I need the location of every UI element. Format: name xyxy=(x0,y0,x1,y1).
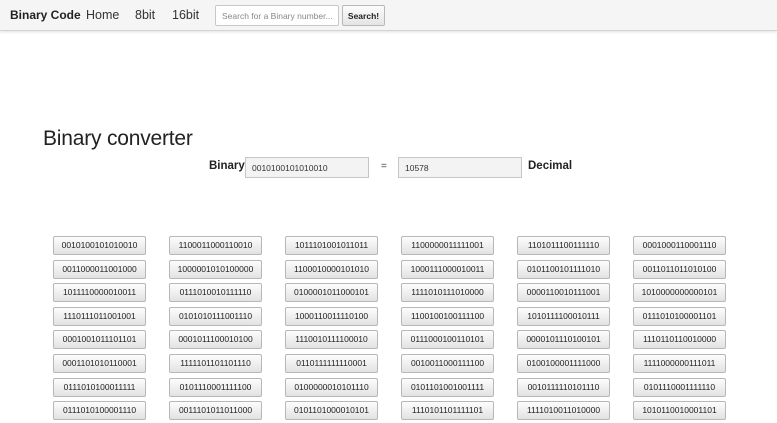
binary-number-button[interactable]: 0101100101111010 xyxy=(517,260,610,279)
binary-number-button[interactable]: 1100100100111100 xyxy=(401,307,494,326)
search-input[interactable] xyxy=(215,5,339,26)
binary-number-button[interactable]: 1110110110010000 xyxy=(633,330,726,349)
binary-number-button[interactable]: 0100000010101110 xyxy=(285,378,378,397)
binary-number-button[interactable]: 1000111000010011 xyxy=(401,260,494,279)
binary-number-button[interactable]: 1011110000010011 xyxy=(53,283,146,302)
decimal-input[interactable] xyxy=(398,157,522,178)
page-title: Binary converter xyxy=(43,127,193,150)
binary-number-button[interactable]: 0011000011001000 xyxy=(53,260,146,279)
binary-number-button[interactable]: 1000001010100000 xyxy=(169,260,262,279)
binary-number-button[interactable]: 1111000000111011 xyxy=(633,354,726,373)
binary-number-button[interactable]: 1011101001011011 xyxy=(285,236,378,255)
binary-number-button[interactable]: 0110111111110001 xyxy=(285,354,378,373)
navbar: Binary Code Home 8bit 16bit Search! xyxy=(0,0,777,31)
binary-input[interactable] xyxy=(245,157,369,178)
binary-number-button[interactable]: 1110010111100010 xyxy=(285,330,378,349)
binary-number-button[interactable]: 1111010011010000 xyxy=(517,401,610,420)
binary-number-button[interactable]: 0100001011000101 xyxy=(285,283,378,302)
binary-number-button[interactable]: 0111010100011111 xyxy=(53,378,146,397)
binary-number-button[interactable]: 0101010111001110 xyxy=(169,307,262,326)
nav-home-link[interactable]: Home xyxy=(86,8,119,22)
binary-number-button[interactable]: 0010011000111100 xyxy=(401,354,494,373)
binary-number-button[interactable]: 0001000110001110 xyxy=(633,236,726,255)
binary-number-button[interactable]: 1000110011110100 xyxy=(285,307,378,326)
binary-number-button[interactable]: 0010111110101110 xyxy=(517,378,610,397)
binary-number-button[interactable]: 0011101011011000 xyxy=(169,401,262,420)
nav-16bit-link[interactable]: 16bit xyxy=(172,8,199,22)
binary-number-button[interactable]: 0111010100001101 xyxy=(633,307,726,326)
binary-number-button[interactable]: 0000110010111001 xyxy=(517,283,610,302)
binary-number-button[interactable]: 1100011000110010 xyxy=(169,236,262,255)
binary-number-button[interactable]: 0101101001001111 xyxy=(401,378,494,397)
binary-number-button[interactable]: 0101110001111110 xyxy=(633,378,726,397)
binary-number-button[interactable]: 1110101101111101 xyxy=(401,401,494,420)
binary-number-button[interactable]: 0101110001111100 xyxy=(169,378,262,397)
binary-number-button[interactable]: 1111101101101110 xyxy=(169,354,262,373)
binary-number-button[interactable]: 1010000000000101 xyxy=(633,283,726,302)
binary-number-button[interactable]: 0010100101010010 xyxy=(53,236,146,255)
brand-link[interactable]: Binary Code xyxy=(10,8,81,22)
binary-number-button[interactable]: 0111000100110101 xyxy=(401,330,494,349)
binary-number-button[interactable]: 1101011100111110 xyxy=(517,236,610,255)
binary-number-button[interactable]: 0001101010110001 xyxy=(53,354,146,373)
binary-number-button[interactable]: 0100100001111000 xyxy=(517,354,610,373)
binary-number-button[interactable]: 1100010000101010 xyxy=(285,260,378,279)
binary-number-button[interactable]: 1111010111010000 xyxy=(401,283,494,302)
binary-number-button[interactable]: 1010110010001101 xyxy=(633,401,726,420)
binary-number-button[interactable]: 0111010100001110 xyxy=(53,401,146,420)
binary-number-button[interactable]: 0101101000010101 xyxy=(285,401,378,420)
binary-label: Binary xyxy=(209,160,245,172)
binary-number-button[interactable]: 0011011011010100 xyxy=(633,260,726,279)
binary-number-button[interactable]: 0001001011101101 xyxy=(53,330,146,349)
binary-number-button[interactable]: 1010111100010111 xyxy=(517,307,610,326)
equals-sign: = xyxy=(381,161,387,172)
nav-8bit-link[interactable]: 8bit xyxy=(135,8,155,22)
binary-number-button[interactable]: 1100000011111001 xyxy=(401,236,494,255)
binary-number-button[interactable]: 0111010010111110 xyxy=(169,283,262,302)
binary-number-button[interactable]: 0000101110100101 xyxy=(517,330,610,349)
binary-number-button[interactable]: 0001011100010100 xyxy=(169,330,262,349)
binary-number-button[interactable]: 1110111011001001 xyxy=(53,307,146,326)
decimal-label: Decimal xyxy=(528,160,573,172)
search-button[interactable]: Search! xyxy=(342,5,385,26)
